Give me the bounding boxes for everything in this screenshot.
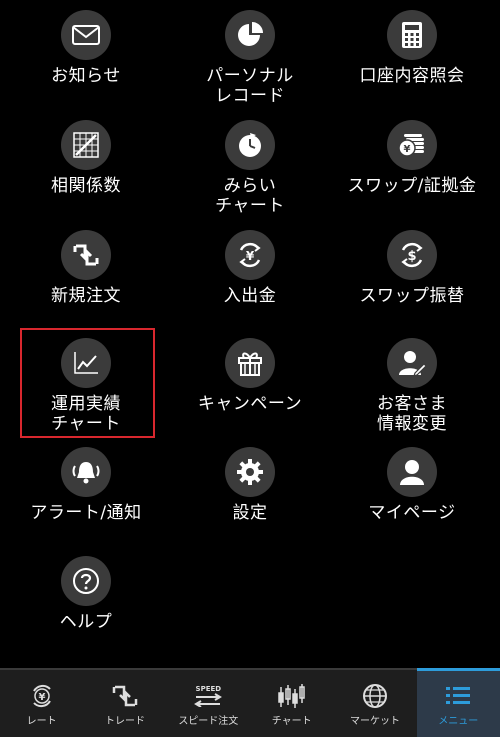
tab-trade[interactable]: トレード [83,670,166,737]
menu-item-alerts[interactable]: アラート/通知 [8,447,164,523]
menu-item-label: 入出金 [223,286,277,306]
menu-item-label: お客さま 情報変更 [377,394,447,434]
menu-item-customer-info[interactable]: お客さま 情報変更 [334,338,490,434]
bell-icon [61,447,111,497]
menu-item-label: 新規注文 [51,286,121,306]
menu-item-help[interactable]: ヘルプ [8,556,164,632]
menu-item-campaign[interactable]: キャンペーン [172,338,328,414]
menu-item-swap-transfer[interactable]: $ スワップ振替 [334,230,490,306]
svg-text:¥: ¥ [38,692,45,703]
tab-chart[interactable]: チャート [250,670,333,737]
speed-badge: SPEED [195,685,222,693]
swap-arrows-icon [61,230,111,280]
menu-item-label: アラート/通知 [30,503,142,523]
scatter-chart-icon [61,120,111,170]
menu-item-correlation[interactable]: 相関係数 [8,120,164,196]
highlight-box [20,328,155,438]
tab-market[interactable]: マーケット [333,670,416,737]
menu-item-new-order[interactable]: 新規注文 [8,230,164,306]
menu-item-notices[interactable]: お知らせ [8,10,164,86]
menu-item-personal-record[interactable]: パーソナル レコード [172,10,328,106]
dollar-circle-arrows-icon: $ [387,230,437,280]
svg-text:¥: ¥ [404,144,411,155]
tab-rate[interactable]: ¥ レート [0,670,83,737]
menu-item-label: みらい チャート [215,176,285,216]
yen-coins-icon: ¥ [387,120,437,170]
tab-label: トレード [104,716,145,727]
user-edit-icon [387,338,437,388]
yen-circle-arrows-icon: ¥ [225,230,275,280]
menu-item-settings[interactable]: 設定 [172,447,328,523]
menu-item-future-chart[interactable]: みらい チャート [172,120,328,216]
question-icon [61,556,111,606]
menu-item-label: スワップ/証拠金 [347,176,477,196]
menu-item-deposit-withdraw[interactable]: ¥ 入出金 [172,230,328,306]
menu-item-label: 口座内容照会 [359,66,465,86]
globe-icon [362,682,388,710]
speed-order-icon: SPEED [194,682,223,710]
future-clock-icon [225,120,275,170]
menu-item-label: スワップ振替 [359,286,465,306]
menu-grid: お知らせ パーソナル レコード 口座内容照会 相関係数 みらい チャート ¥ ス… [0,0,500,668]
tab-menu[interactable]: メニュー [416,668,500,737]
menu-item-label: パーソナル レコード [206,66,294,106]
envelope-icon [61,10,111,60]
tab-label: レート [26,716,57,727]
menu-item-label: キャンペーン [197,394,303,414]
user-icon [387,447,437,497]
menu-item-swap-margin[interactable]: ¥ スワップ/証拠金 [334,120,490,196]
gift-icon [225,338,275,388]
tab-label: チャート [271,716,312,727]
menu-item-mypage[interactable]: マイページ [334,447,490,523]
tab-label: スピード注文 [178,716,239,727]
yen-rate-icon: ¥ [29,682,55,710]
menu-item-label: 設定 [232,503,268,523]
bottom-tab-bar: ¥ レート トレード SPEED スピード注文 チャート マーケット メニュー [0,668,500,737]
tab-label: メニュー [438,716,479,727]
gear-icon [225,447,275,497]
pie-chart-icon [225,10,275,60]
candlestick-icon [277,682,307,710]
tab-speed-order[interactable]: SPEED スピード注文 [167,670,250,737]
menu-list-icon [445,682,471,710]
menu-item-label: ヘルプ [59,612,113,632]
menu-item-label: お知らせ [51,66,121,86]
svg-text:$: $ [407,249,416,264]
svg-text:¥: ¥ [246,249,255,263]
tab-label: マーケット [349,716,400,727]
trade-arrows-icon [112,682,138,710]
menu-item-label: 相関係数 [51,176,121,196]
menu-item-label: マイページ [368,503,456,523]
menu-item-account-inquiry[interactable]: 口座内容照会 [334,10,490,86]
calculator-icon [387,10,437,60]
